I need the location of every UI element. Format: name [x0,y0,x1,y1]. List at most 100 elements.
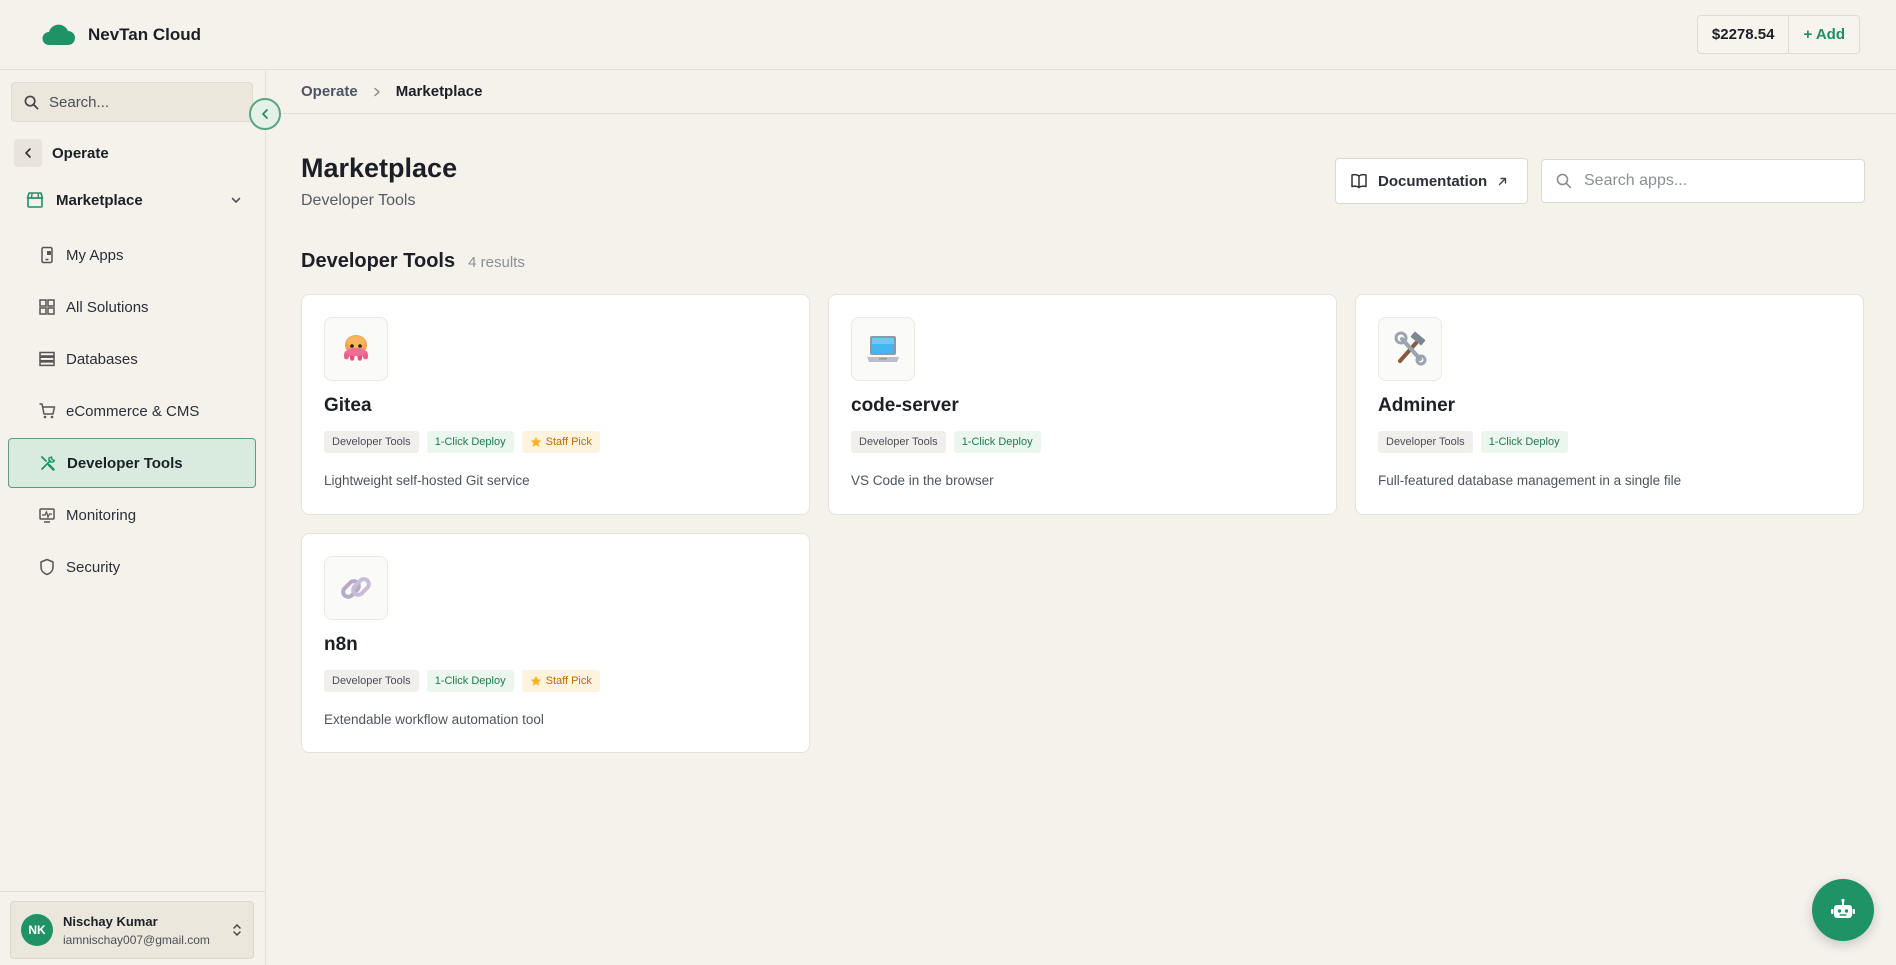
apps-search[interactable] [1541,159,1865,203]
app-tags: Developer Tools 1-Click Deploy [1378,431,1841,453]
category-badge: Developer Tools [324,670,419,692]
sidebar-item-ecommerce-cms[interactable]: eCommerce & CMS [8,386,256,436]
breadcrumb-current: Marketplace [395,83,483,100]
app-card-adminer[interactable]: Adminer Developer Tools 1-Click Deploy F… [1355,294,1864,515]
sidebar-item-label: Security [66,558,121,576]
category-badge: Developer Tools [851,431,946,453]
sidebar-item-all-solutions[interactable]: All Solutions [8,282,256,332]
sidebar-item-marketplace[interactable]: Marketplace [14,180,250,220]
star-icon [530,436,542,448]
app-card-n8n[interactable]: n8n Developer Tools 1-Click Deploy Staff… [301,533,810,753]
chevron-left-icon [22,147,34,159]
sidebar-item-label: My Apps [66,246,124,264]
sidebar-item-label: Marketplace [56,191,143,209]
staff-pick-badge: Staff Pick [521,431,600,453]
page-subtitle: Developer Tools [301,192,416,209]
breadcrumb-operate[interactable]: Operate [301,83,358,100]
apps-search-input[interactable] [1584,172,1854,190]
app-name: Gitea [324,395,372,416]
app-logo [851,317,915,381]
app-name: n8n [324,634,358,655]
store-icon [26,191,44,209]
user-account-menu[interactable]: NK Nischay Kumar iamnischay007@gmail.com [10,901,254,959]
tools-icon [39,454,57,472]
app-logo [324,556,388,620]
section-title: Developer Tools [301,250,456,272]
sidebar-divider [0,891,266,892]
balance-group: $2278.54 + Add [1696,15,1860,54]
breadcrumb: Operate Marketplace [267,70,1896,114]
account-balance: $2278.54 [1698,16,1790,53]
shield-icon [38,558,56,576]
grid-icon [38,298,56,316]
database-icon [38,350,56,368]
star-icon [530,675,542,687]
book-icon [1350,172,1368,190]
deploy-badge: 1-Click Deploy [426,431,514,453]
app-logo [1378,317,1442,381]
back-button[interactable] [14,139,42,167]
app-description: VS Code in the browser [851,473,994,488]
staff-pick-label: Staff Pick [545,436,592,448]
app-tags: Developer Tools 1-Click Deploy Staff Pic… [324,670,787,692]
robot-icon [1830,897,1856,923]
collapse-sidebar-button[interactable] [249,98,281,130]
documentation-button[interactable]: Documentation [1335,158,1528,204]
user-email: iamnischay007@gmail.com [63,932,210,947]
sidebar-item-label: Developer Tools [67,454,183,472]
sidebar-item-developer-tools[interactable]: Developer Tools [8,438,256,488]
assistant-chat-button[interactable] [1812,879,1874,941]
search-icon [24,95,39,110]
section-header: Developer Tools 4 results [301,250,525,273]
app-name: Adminer [1378,395,1456,416]
app-tags: Developer Tools 1-Click Deploy Staff Pic… [324,431,787,453]
back-row: Operate [14,139,109,167]
app-name: code-server [851,395,959,416]
brand[interactable]: NevTan Cloud [40,23,201,47]
sidebar-item-monitoring[interactable]: Monitoring [8,490,256,540]
sidebar-item-label: eCommerce & CMS [66,402,200,420]
sidebar-item-databases[interactable]: Databases [8,334,256,384]
sidebar-search[interactable] [11,82,253,122]
chevron-down-icon [230,194,242,206]
staff-pick-label: Staff Pick [545,675,592,687]
category-badge: Developer Tools [324,431,419,453]
back-label: Operate [52,144,109,162]
sidebar: Operate Marketplace My Apps All Solution… [0,70,281,965]
octopus-emoji-icon [336,329,376,369]
chevron-up-down-icon [231,922,243,938]
mobile-app-icon [38,246,56,264]
cloud-logo-icon [40,23,76,47]
page-title: Marketplace [301,153,458,183]
results-count: 4 results [468,254,525,271]
laptop-emoji-icon [863,329,903,369]
app-tags: Developer Tools 1-Click Deploy [851,431,1314,453]
deploy-badge: 1-Click Deploy [953,431,1041,453]
avatar: NK [21,914,53,946]
sidebar-item-security[interactable]: Security [8,542,256,592]
documentation-label: Documentation [1378,172,1488,190]
add-funds-button[interactable]: + Add [1789,16,1859,53]
sidebar-search-input[interactable] [49,93,229,111]
app-card-gitea[interactable]: Gitea Developer Tools 1-Click Deploy Sta… [301,294,810,515]
top-bar: NevTan Cloud $2278.54 + Add [0,0,1896,70]
brand-name: NevTan Cloud [88,24,202,44]
external-link-icon [1497,176,1508,187]
cart-icon [38,402,56,420]
hammer-wrench-emoji-icon [1390,329,1430,369]
deploy-badge: 1-Click Deploy [426,670,514,692]
deploy-badge: 1-Click Deploy [1480,431,1568,453]
chevron-right-icon [372,87,382,97]
sidebar-item-label: All Solutions [66,298,149,316]
monitor-icon [38,506,56,524]
link-emoji-icon [336,568,376,608]
category-badge: Developer Tools [1378,431,1473,453]
app-description: Lightweight self-hosted Git service [324,473,530,488]
chevron-left-icon [259,108,271,120]
app-description: Full-featured database management in a s… [1378,473,1682,488]
app-description: Extendable workflow automation tool [324,712,544,727]
app-card-code-server[interactable]: code-server Developer Tools 1-Click Depl… [828,294,1337,515]
sidebar-item-my-apps[interactable]: My Apps [8,230,256,280]
user-name: Nischay Kumar [63,913,158,929]
sidebar-item-label: Monitoring [66,506,137,524]
